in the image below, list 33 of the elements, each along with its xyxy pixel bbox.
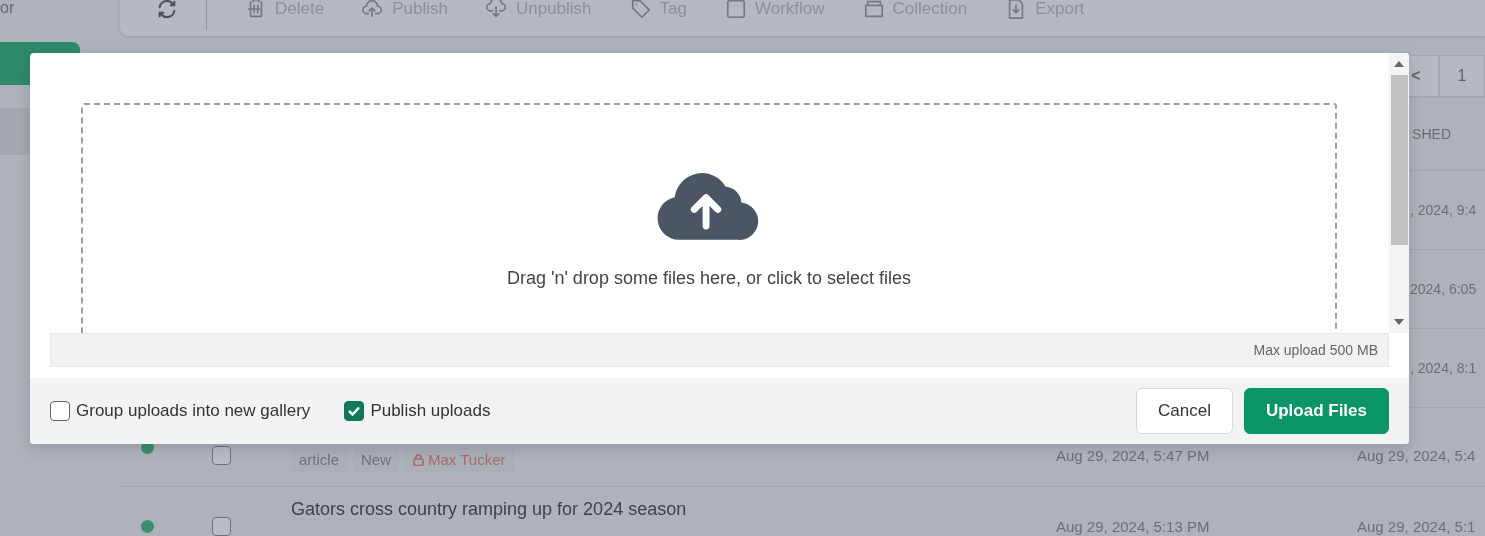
date-text: , 2024, 8:1: [1409, 360, 1478, 376]
tag: article: [291, 447, 347, 472]
date-text: Aug 29, 2024, 5:13 PM: [1056, 517, 1211, 535]
scroll-up-icon[interactable]: [1394, 61, 1404, 67]
sidebar-text: or: [0, 0, 16, 16]
row-checkbox[interactable]: [212, 445, 231, 465]
tag-icon: [629, 0, 652, 20]
date-text: Aug 29, 2024, 5:47 PM: [1056, 447, 1211, 466]
upload-limit-text: Max upload 500 MB: [1253, 342, 1378, 358]
cloud-download-icon: [485, 0, 508, 20]
checkmark-icon: [348, 406, 361, 416]
date-text: Aug 29, 2024, 5:1: [1357, 517, 1477, 535]
option-checkbox[interactable]: Group uploads into new gallery: [50, 401, 311, 421]
lock-icon: [413, 453, 425, 466]
date-text: 2024, 6:05: [1409, 281, 1478, 297]
upload-button[interactable]: Upload Files: [1243, 388, 1389, 434]
author-tag: Max Tucker: [405, 447, 514, 472]
status-dot: [141, 519, 154, 533]
cloud-upload-icon: [362, 0, 385, 20]
scroll-down-icon[interactable]: [1394, 319, 1404, 325]
box-icon: [862, 0, 885, 20]
date-text: Aug 29, 2024, 5:4: [1357, 447, 1477, 466]
row-checkbox[interactable]: [212, 516, 231, 536]
date-text: , 2024, 9:4: [1409, 202, 1478, 218]
option-checkbox[interactable]: Publish uploads: [344, 401, 491, 421]
article-title[interactable]: Gators cross country ramping up for 2024 season: [291, 487, 1056, 520]
page-button[interactable]: 1: [1439, 55, 1485, 97]
refresh-icon[interactable]: [156, 0, 178, 20]
cancel-button[interactable]: Cancel: [1136, 388, 1233, 434]
dropzone-text: Drag 'n' drop some files here, or click to select files: [506, 268, 911, 289]
tag: New: [353, 447, 400, 472]
column-header: SHED: [1412, 126, 1451, 142]
scrollbar[interactable]: [1389, 53, 1409, 333]
